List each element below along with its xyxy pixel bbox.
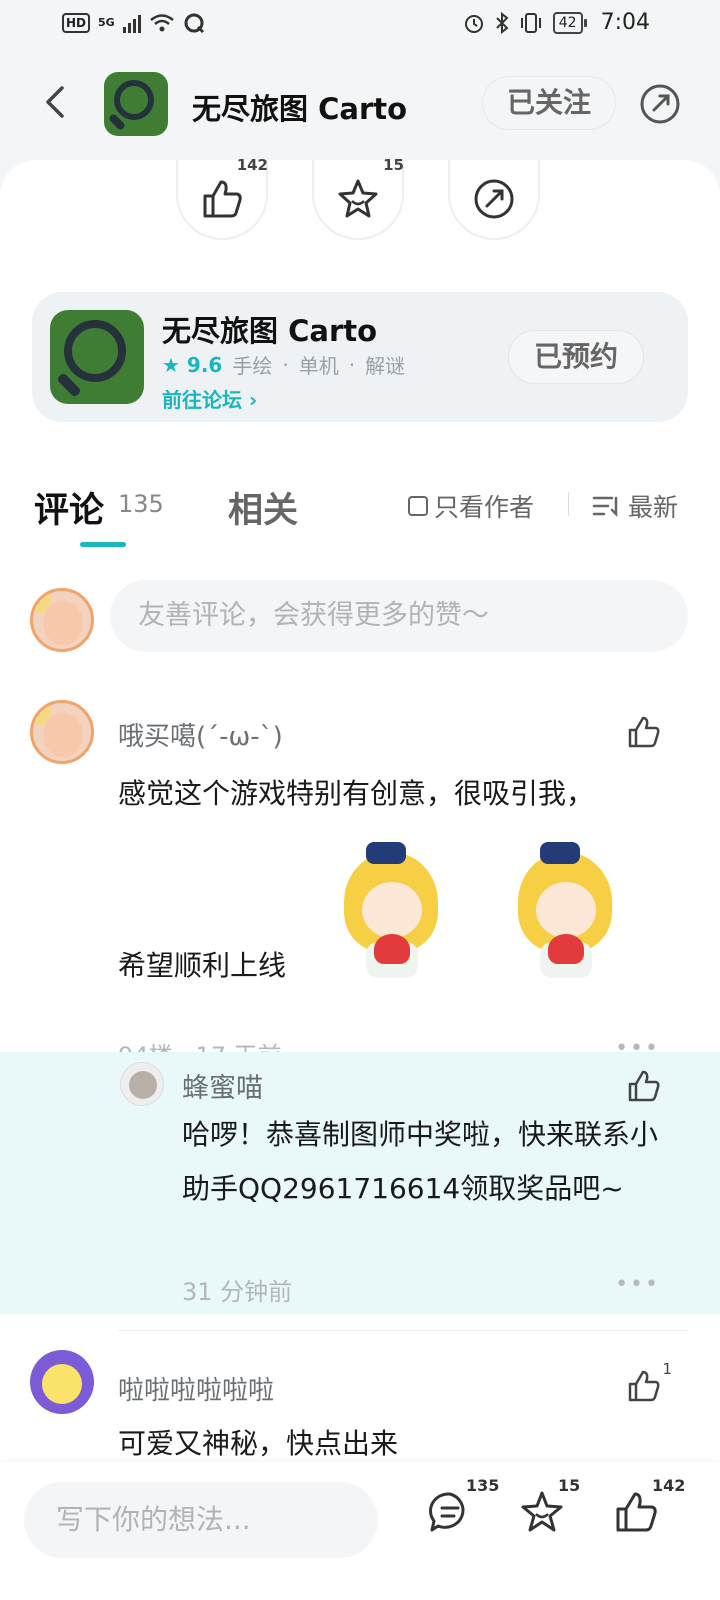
- reply-item: 蜂蜜喵 哈啰！恭喜制图师中奖啦，快来联系小助手QQ2961716614领取奖品吧…: [0, 1052, 720, 1314]
- comment-button[interactable]: 135: [426, 1476, 499, 1536]
- like-button[interactable]: 142: [176, 156, 268, 240]
- sticker-image: [510, 842, 620, 982]
- follow-button[interactable]: 已关注: [482, 76, 616, 130]
- avatar[interactable]: [120, 1062, 164, 1106]
- tag-separator: ·: [282, 352, 289, 377]
- sort-icon: [592, 496, 618, 518]
- comments-count: 135: [118, 490, 164, 518]
- forum-link-label: 前往论坛: [162, 388, 242, 412]
- comment-input[interactable]: 友善评论，会获得更多的赞～: [110, 580, 688, 652]
- favorite-count: 15: [558, 1476, 581, 1495]
- reply-text: 哈啰！恭喜制图师中奖啦，快来联系小助手QQ2961716614领取奖品吧~: [182, 1118, 659, 1205]
- hd-icon: HD: [62, 13, 91, 33]
- divider: [118, 1330, 688, 1331]
- comment-count: 135: [466, 1476, 500, 1495]
- game-icon: [50, 310, 144, 404]
- app-icon[interactable]: [104, 72, 168, 136]
- comment-username[interactable]: 啦啦啦啦啦啦: [118, 1370, 274, 1407]
- post-actions: 142 15: [176, 156, 540, 240]
- page-title: 无尽旅图 Carto: [192, 92, 408, 126]
- thumbs-up-icon[interactable]: [626, 1068, 662, 1104]
- thumbs-up-icon[interactable]: [626, 1368, 662, 1404]
- game-tag: 单机: [298, 354, 339, 378]
- bluetooth-icon: [496, 11, 509, 34]
- comment-icon: [429, 1492, 465, 1532]
- reserve-button[interactable]: 已预约: [508, 330, 644, 384]
- share-button[interactable]: [448, 160, 540, 240]
- more-icon[interactable]: •••: [615, 1272, 660, 1297]
- like-count: 1: [662, 1360, 672, 1378]
- post-card: 142 15 无尽旅图 Carto ★ 9.6 手绘 · 单机 · 解谜 前往论…: [0, 156, 720, 490]
- share-icon: [474, 179, 514, 219]
- divider: [568, 492, 569, 516]
- network-label: 5G: [98, 16, 115, 29]
- battery-icon: 42: [552, 11, 587, 34]
- star-icon: [338, 179, 378, 218]
- avatar[interactable]: [30, 700, 94, 764]
- reply-username[interactable]: 蜂蜜喵: [182, 1066, 263, 1105]
- tab-indicator: [80, 542, 126, 547]
- forum-link[interactable]: 前往论坛 ›: [162, 384, 257, 413]
- game-tag: 解谜: [365, 354, 406, 378]
- game-info-card[interactable]: 无尽旅图 Carto ★ 9.6 手绘 · 单机 · 解谜 前往论坛 › 已预约: [32, 292, 688, 422]
- tag-separator: ·: [348, 352, 356, 377]
- avatar[interactable]: [30, 1350, 94, 1414]
- thumbs-up-icon: [616, 1492, 657, 1532]
- author-only-toggle[interactable]: 只看作者: [408, 488, 534, 524]
- write-comment-input[interactable]: 写下你的想法...: [24, 1482, 378, 1558]
- sort-toggle[interactable]: 最新: [592, 488, 678, 524]
- comments-panel: 评论 135 相关 只看作者 最新 友善评论，会获得更多的赞～ 哦买噶(´-ω-…: [0, 462, 720, 1462]
- wifi-icon: [149, 14, 174, 32]
- tab-comments[interactable]: 评论: [34, 482, 104, 533]
- qq-browser-icon: [184, 13, 204, 34]
- comment-text: 希望顺利上线: [118, 949, 287, 982]
- tab-related[interactable]: 相关: [228, 482, 298, 533]
- bottom-bar: 写下你的想法... 135 15 142: [0, 1462, 720, 1600]
- game-meta: ★ 9.6 手绘 · 单机 · 解谜: [162, 350, 405, 379]
- alarm-icon: [464, 14, 483, 33]
- author-only-label: 只看作者: [434, 493, 535, 522]
- comment-input-row: 友善评论，会获得更多的赞～: [0, 580, 720, 660]
- sticker-image: [336, 842, 446, 982]
- rating-value: 9.6: [186, 352, 223, 377]
- thumbs-up-icon[interactable]: [626, 714, 662, 750]
- chevron-left-icon[interactable]: [36, 82, 76, 122]
- status-bar: HD 5G 42 7:04: [0, 0, 720, 50]
- like-count: 142: [652, 1476, 686, 1495]
- chevron-right-icon: ›: [248, 388, 258, 412]
- comment-username[interactable]: 哦买噶(´-ω-`): [118, 716, 283, 753]
- game-rating: ★ 9.6: [162, 352, 223, 377]
- like-count: 142: [236, 156, 268, 174]
- clock: 7:04: [600, 10, 650, 35]
- share-icon[interactable]: [638, 82, 682, 126]
- favorite-button[interactable]: 15: [518, 1476, 580, 1536]
- reply-time: 31 分钟前: [182, 1278, 293, 1306]
- favorite-count: 15: [383, 156, 404, 174]
- game-tag: 手绘: [232, 354, 273, 378]
- favorite-button[interactable]: 15: [312, 156, 404, 240]
- comment-text: 感觉这个游戏特别有创意，很吸引我，: [118, 777, 595, 810]
- like-button[interactable]: 142: [612, 1476, 685, 1536]
- thumbs-up-icon: [203, 180, 242, 218]
- vibrate-icon: [520, 12, 541, 33]
- app-header: 无尽旅图 Carto 已关注: [0, 64, 720, 144]
- avatar[interactable]: [30, 588, 94, 652]
- sort-label: 最新: [628, 493, 679, 522]
- game-title: 无尽旅图 Carto: [162, 314, 378, 348]
- star-icon: [521, 1491, 563, 1532]
- signal-icon: [122, 13, 141, 33]
- checkbox-icon: [408, 496, 428, 516]
